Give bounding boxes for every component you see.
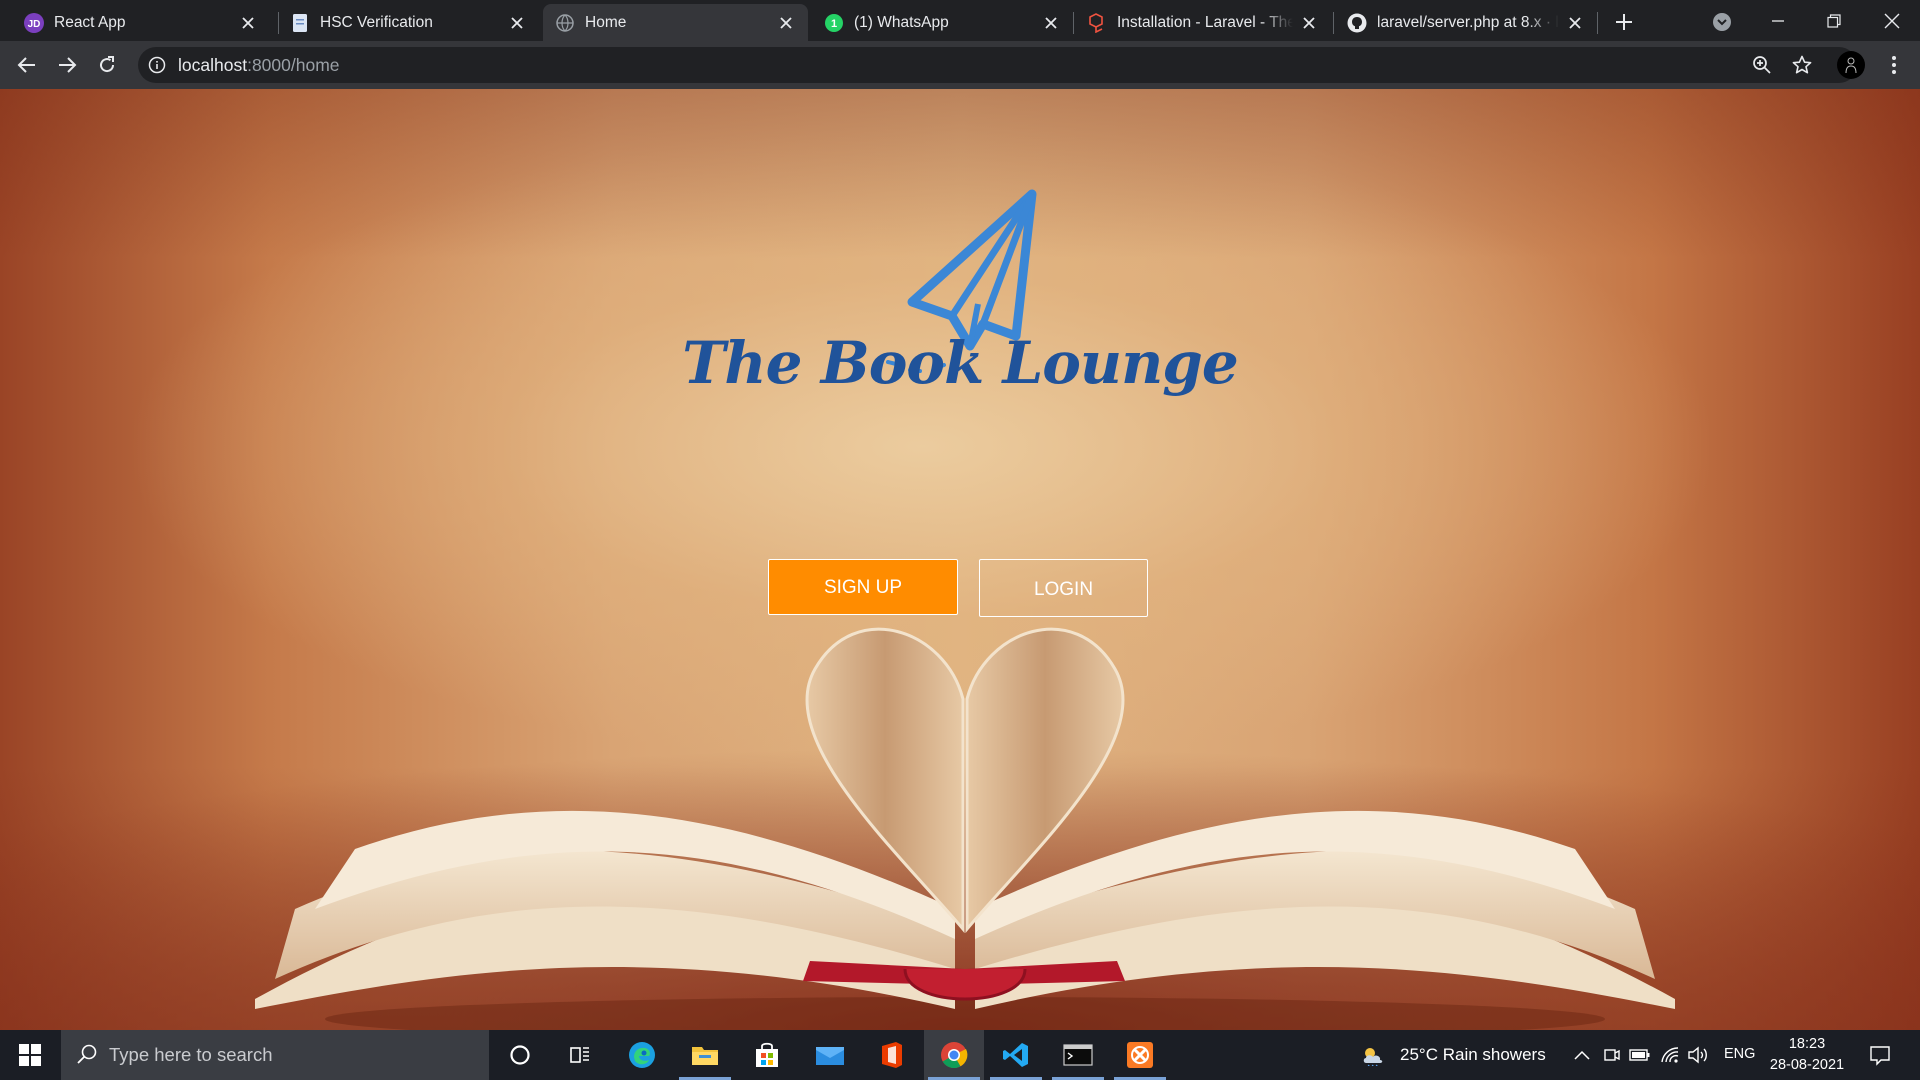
windows-taskbar: Type here to search 25°C Rain showers EN… [0,1030,1920,1080]
zoom-icon[interactable] [1750,53,1774,77]
tab-whatsapp[interactable]: 1 (1) WhatsApp [812,4,1073,41]
close-window-button[interactable] [1864,0,1920,41]
close-icon[interactable] [238,13,258,33]
arrow-left-icon [17,57,35,73]
wifi-icon[interactable] [1658,1043,1682,1067]
search-icon [77,1044,97,1064]
tab-title: HSC Verification [320,13,433,31]
close-icon[interactable] [1299,13,1319,33]
url-host: localhost [178,55,248,75]
login-button[interactable]: LOGIN [979,559,1148,617]
cortana-icon[interactable] [490,1030,550,1080]
store-icon[interactable] [737,1030,797,1080]
tab-github-server-php[interactable]: laravel/server.php at 8.x · la [1335,4,1597,41]
weather-icon[interactable] [1360,1043,1384,1067]
meet-now-icon[interactable] [1600,1043,1624,1067]
reload-icon [100,56,115,73]
tab-search-button[interactable] [1708,8,1736,36]
terminal-icon[interactable] [1048,1030,1108,1080]
tab-separator [1597,12,1598,34]
tab-hsc-verification[interactable]: HSC Verification [278,4,539,41]
new-tab-button[interactable] [1610,8,1638,36]
browser-toolbar: localhost:8000/home [0,41,1920,89]
kebab-menu-icon [1892,56,1896,74]
clock[interactable]: 18:23 28-08-2021 [1762,1034,1852,1076]
edge-icon[interactable] [612,1030,672,1080]
taskbar-search-box[interactable]: Type here to search [61,1030,489,1080]
laravel-icon [1087,12,1107,33]
react-app-icon: JD [24,12,44,33]
start-button[interactable] [0,1030,60,1080]
tab-separator [1333,12,1334,34]
notification-center-icon[interactable] [1868,1043,1892,1067]
svg-text:JD: JD [28,19,41,30]
close-icon[interactable] [776,13,796,33]
office-icon[interactable] [862,1030,922,1080]
search-placeholder: Type here to search [109,1044,273,1065]
volume-icon[interactable] [1686,1043,1710,1067]
close-icon[interactable] [1041,13,1061,33]
url-text[interactable]: localhost:8000/home [178,55,340,75]
page-viewport: The Book Lounge SIGN UP LOGIN [0,89,1920,1030]
restore-button[interactable] [1806,0,1862,41]
open-book-illustration [255,627,1675,1030]
github-icon [1347,13,1367,33]
document-icon [290,13,310,33]
close-icon[interactable] [1565,13,1585,33]
brand-logo-text: The Book Lounge [682,329,1238,397]
address-bar[interactable]: localhost:8000/home [138,47,1857,83]
tab-title: laravel/server.php at 8.x · la [1377,13,1559,31]
mail-icon[interactable] [800,1030,860,1080]
battery-icon[interactable] [1628,1043,1652,1067]
vscode-icon[interactable] [986,1030,1046,1080]
clock-time: 18:23 [1788,1036,1826,1052]
task-view-icon[interactable] [550,1030,610,1080]
profile-avatar[interactable] [1837,51,1865,79]
file-explorer-icon[interactable] [675,1030,735,1080]
minimize-button[interactable] [1750,0,1806,41]
tab-title: React App [54,13,126,31]
sign-up-button[interactable]: SIGN UP [768,559,958,615]
tab-title: Installation - Laravel - The P [1117,13,1293,31]
tab-strip: JD React App HSC Verification Home 1 (1)… [0,0,1920,41]
xampp-icon[interactable] [1110,1030,1170,1080]
tab-title: Home [585,13,627,31]
tab-title: (1) WhatsApp [854,13,949,31]
tab-home[interactable]: Home [543,4,808,41]
url-path: :8000/home [247,55,340,75]
forward-button[interactable] [51,49,83,81]
bookmark-star-icon[interactable] [1790,53,1814,77]
more-options-button[interactable] [1880,51,1908,79]
weather-text[interactable]: 25°C Rain showers [1400,1045,1546,1065]
info-icon[interactable] [148,56,166,74]
tab-separator [1073,12,1074,34]
globe-icon [555,13,575,33]
arrow-right-icon [59,57,77,73]
language-indicator[interactable]: ENG [1724,1046,1755,1062]
chrome-icon[interactable] [924,1030,984,1080]
tab-react-app[interactable]: JD React App [12,4,270,41]
reload-button[interactable] [91,49,123,81]
tab-laravel-installation[interactable]: Installation - Laravel - The P [1075,4,1331,41]
whatsapp-icon: 1 [824,13,844,33]
chevron-up-icon[interactable] [1570,1043,1594,1067]
windows-logo-icon [19,1044,41,1066]
clock-date: 28-08-2021 [1769,1057,1845,1073]
close-icon[interactable] [507,13,527,33]
svg-text:1: 1 [831,18,837,30]
back-button[interactable] [11,49,43,81]
person-icon [1845,57,1857,74]
